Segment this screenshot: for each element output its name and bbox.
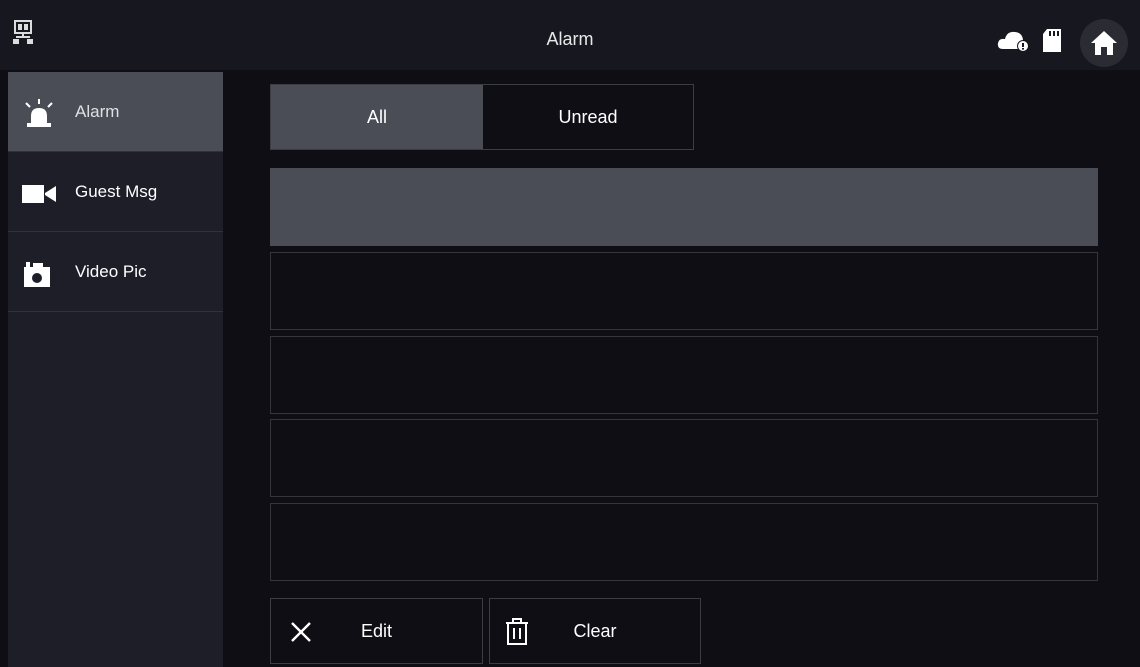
clear-label: Clear — [573, 620, 617, 641]
home-icon — [1091, 31, 1117, 55]
sd-card-icon — [1043, 29, 1061, 52]
camera-icon — [24, 262, 50, 287]
sidebar-item-label: Guest Msg — [75, 182, 158, 201]
sidebar-item-label: Video Pic — [75, 262, 147, 281]
alarm-bell-icon — [25, 99, 53, 127]
filter-tabs: All Unread — [270, 84, 694, 150]
page-title: Alarm — [546, 29, 594, 49]
sidebar-item-alarm[interactable]: Alarm — [8, 72, 223, 152]
video-camera-icon — [22, 185, 56, 203]
sidebar-item-guest-msg[interactable]: Guest Msg — [8, 152, 223, 232]
list-item[interactable] — [270, 168, 1098, 246]
edit-label: Edit — [360, 620, 393, 641]
sidebar-item-video-pic[interactable]: Video Pic — [8, 232, 223, 312]
cloud-icon — [997, 31, 1029, 52]
top-bar: Alarm — [0, 0, 1140, 70]
list-item[interactable] — [270, 503, 1098, 581]
list-item[interactable] — [270, 336, 1098, 414]
sidebar-item-label: Alarm — [75, 102, 120, 121]
list-item[interactable] — [270, 252, 1098, 330]
list-item[interactable] — [270, 419, 1098, 497]
clear-button[interactable]: Clear — [489, 598, 701, 664]
home-button[interactable] — [1080, 19, 1128, 67]
tab-unread[interactable]: Unread — [483, 85, 693, 149]
tab-all[interactable]: All — [271, 85, 483, 149]
sidebar: Alarm Guest Msg Video Pic — [8, 72, 223, 667]
edit-button[interactable]: Edit — [270, 598, 483, 664]
